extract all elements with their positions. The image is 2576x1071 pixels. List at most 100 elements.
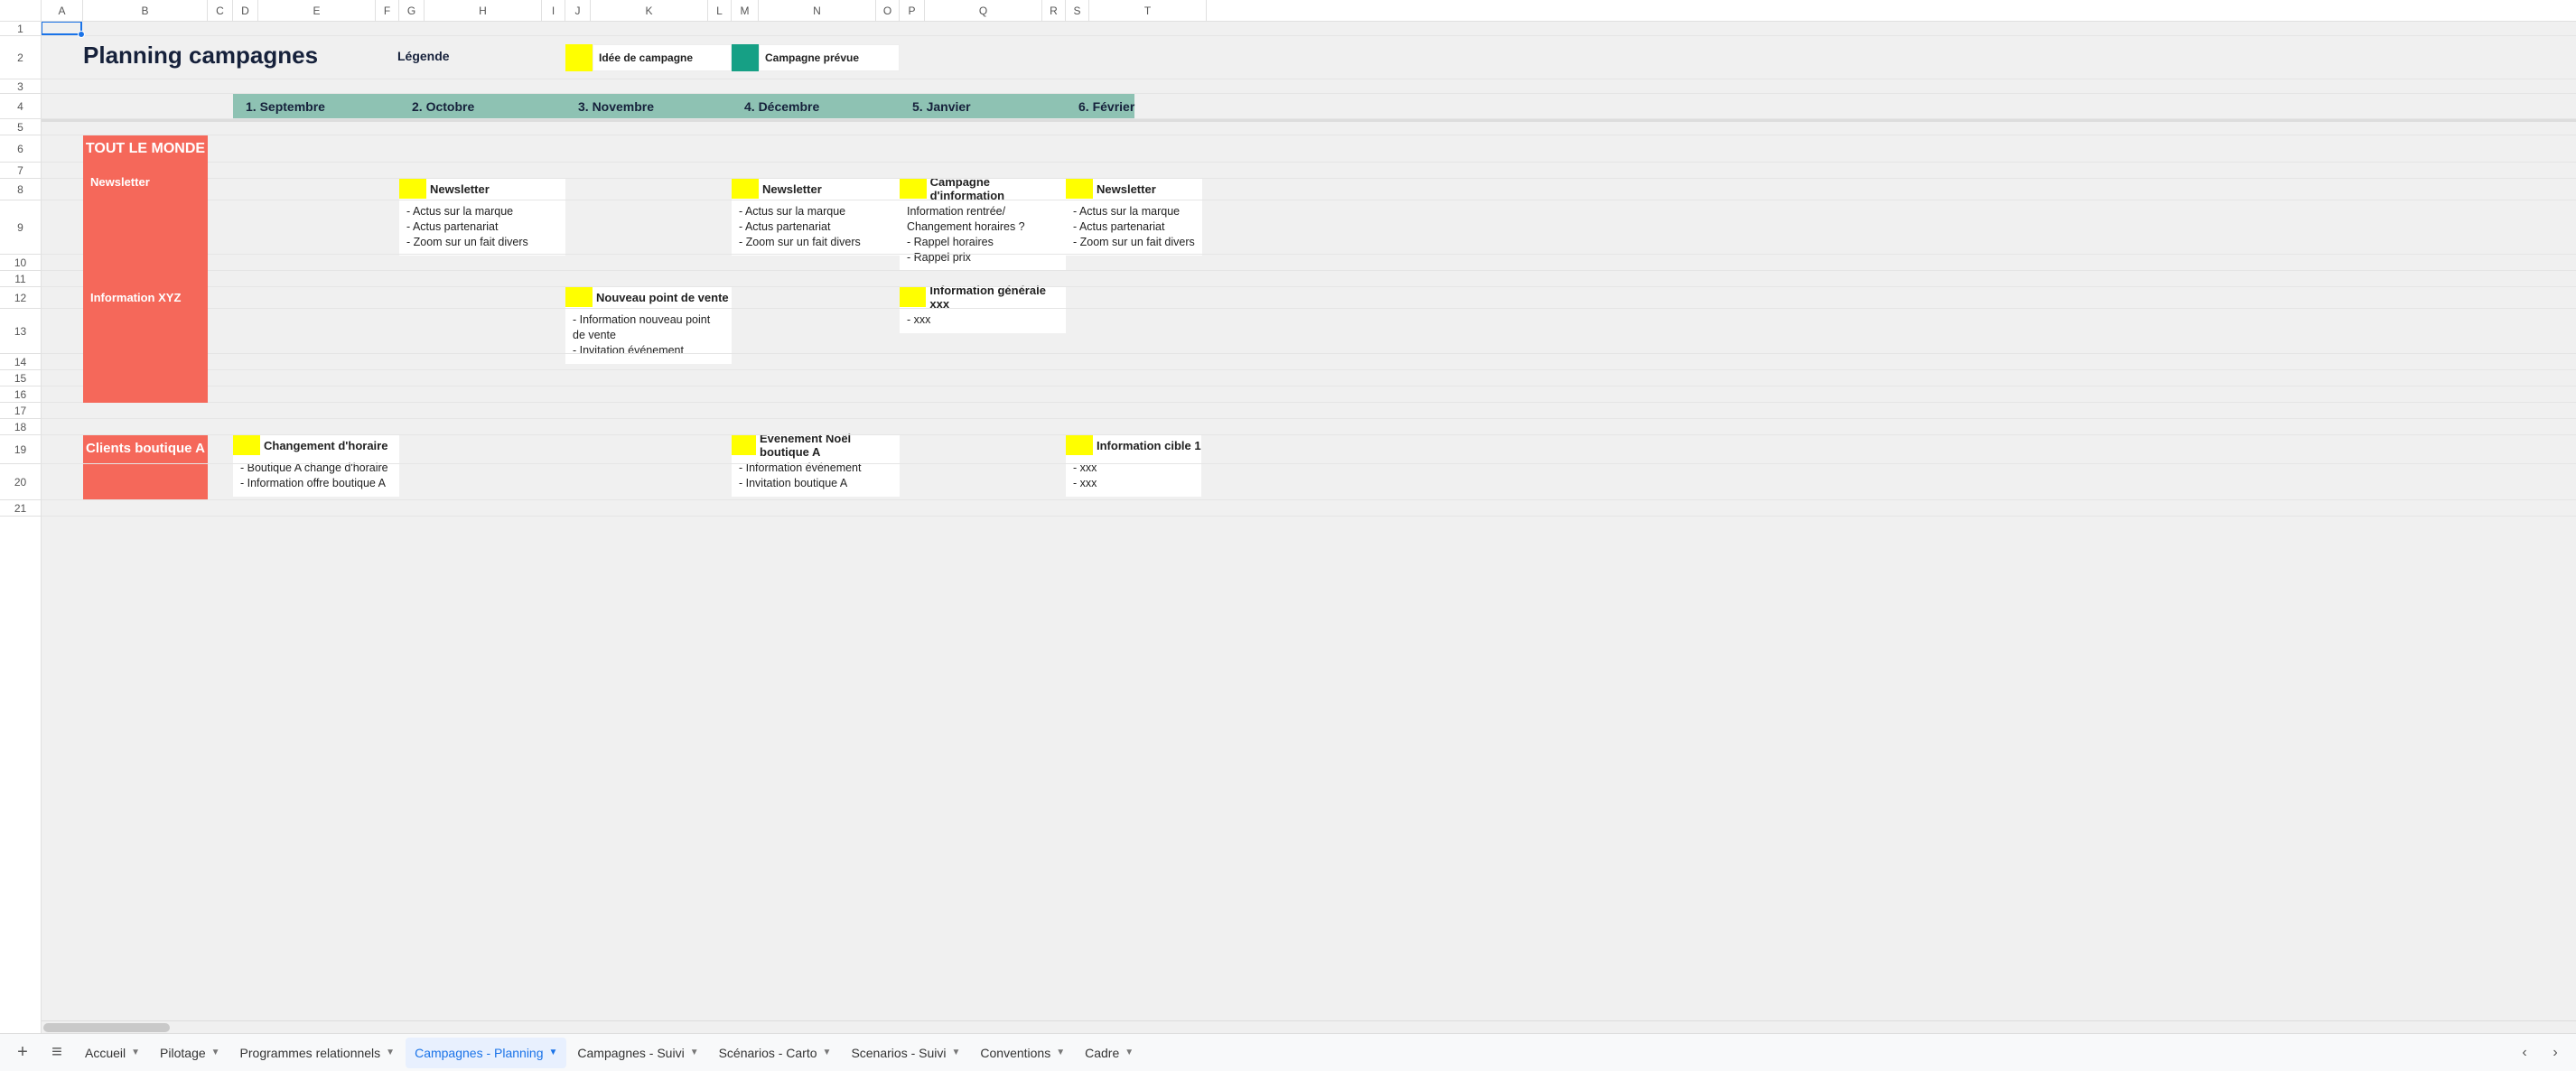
row-header[interactable]: 13 bbox=[0, 309, 41, 354]
row-header[interactable]: 8 bbox=[0, 179, 41, 200]
card-newsletter-oct[interactable]: Newsletter - Actus sur la marque - Actus… bbox=[399, 179, 565, 256]
tab-menu-caret[interactable]: ▼ bbox=[690, 1048, 699, 1057]
tab-menu-caret[interactable]: ▼ bbox=[549, 1048, 558, 1057]
row-header[interactable]: 4 bbox=[0, 94, 41, 119]
sheet-tab[interactable]: Programmes relationnels▼ bbox=[231, 1038, 405, 1068]
row-header[interactable]: 7 bbox=[0, 163, 41, 179]
row-header[interactable]: 12 bbox=[0, 287, 41, 309]
row-headers: 123456789101112131415161718192021 bbox=[0, 22, 42, 1033]
column-header[interactable]: C bbox=[208, 0, 233, 21]
sheet-tab[interactable]: Scenarios - Suivi▼ bbox=[842, 1038, 969, 1068]
column-header[interactable]: J bbox=[565, 0, 591, 21]
column-header[interactable]: F bbox=[376, 0, 399, 21]
segment-row-newsletter: Newsletter bbox=[83, 163, 208, 287]
row-header[interactable]: 18 bbox=[0, 419, 41, 435]
column-header[interactable]: H bbox=[425, 0, 542, 21]
legend-text-planned: Campagne prévue bbox=[759, 44, 900, 71]
segment-tout-le-monde: TOUT LE MONDE bbox=[83, 135, 208, 163]
row-header[interactable]: 9 bbox=[0, 200, 41, 255]
column-header[interactable]: P bbox=[900, 0, 925, 21]
column-header[interactable]: M bbox=[732, 0, 759, 21]
card-newsletter-dec[interactable]: Newsletter - Actus sur la marque - Actus… bbox=[732, 179, 900, 256]
column-header[interactable]: Q bbox=[925, 0, 1042, 21]
status-swatch-idea bbox=[732, 179, 759, 199]
month-header: 3. Novembre bbox=[565, 94, 732, 119]
card-newsletter-fev[interactable]: Newsletter - Actus sur la marque - Actus… bbox=[1066, 179, 1202, 256]
month-header: 6. Février bbox=[1066, 94, 1134, 119]
segment-row-info: Information XYZ bbox=[83, 287, 208, 403]
card-nouveau-point-vente[interactable]: Nouveau point de vente - Information nou… bbox=[565, 287, 732, 364]
scroll-tabs-right[interactable]: › bbox=[2542, 1039, 2569, 1066]
sheet-tab[interactable]: Cadre▼ bbox=[1076, 1038, 1143, 1068]
select-all-corner[interactable] bbox=[0, 0, 42, 21]
tab-menu-caret[interactable]: ▼ bbox=[386, 1048, 395, 1057]
row-header[interactable]: 11 bbox=[0, 271, 41, 287]
tab-menu-caret[interactable]: ▼ bbox=[951, 1048, 960, 1057]
card-information-cible1[interactable]: Information cible 1 - xxx - xxx bbox=[1066, 435, 1201, 497]
horizontal-scrollbar[interactable] bbox=[42, 1020, 2576, 1033]
cell-selection bbox=[42, 22, 82, 35]
row-header[interactable]: 6 bbox=[0, 135, 41, 163]
tab-menu-caret[interactable]: ▼ bbox=[823, 1048, 832, 1057]
column-header[interactable]: B bbox=[83, 0, 208, 21]
tab-menu-caret[interactable]: ▼ bbox=[1125, 1048, 1134, 1057]
column-header[interactable]: S bbox=[1066, 0, 1089, 21]
row-header[interactable]: 1 bbox=[0, 22, 41, 36]
column-header[interactable]: I bbox=[542, 0, 565, 21]
legend-swatch-planned bbox=[732, 44, 759, 71]
card-changement-horaire[interactable]: Changement d'horaire - Boutique A change… bbox=[233, 435, 399, 497]
column-header[interactable]: R bbox=[1042, 0, 1066, 21]
tab-menu-caret[interactable]: ▼ bbox=[131, 1048, 140, 1057]
row-header[interactable]: 3 bbox=[0, 79, 41, 94]
scroll-tabs-left[interactable]: ‹ bbox=[2511, 1039, 2538, 1066]
card-information-generale[interactable]: Information générale xxx - xxx bbox=[900, 287, 1066, 333]
tab-menu-caret[interactable]: ▼ bbox=[211, 1048, 220, 1057]
row-header[interactable]: 16 bbox=[0, 386, 41, 403]
scrollbar-thumb[interactable] bbox=[43, 1023, 170, 1032]
card-evenement-noel[interactable]: Evenement Noël boutique A - Information … bbox=[732, 435, 900, 497]
sheet-tab-bar: + ≡ Accueil▼Pilotage▼Programmes relation… bbox=[0, 1033, 2576, 1071]
column-header[interactable]: G bbox=[399, 0, 425, 21]
row-header[interactable]: 15 bbox=[0, 370, 41, 386]
tab-menu-caret[interactable]: ▼ bbox=[1056, 1048, 1065, 1057]
sheet-tab[interactable]: Campagnes - Planning▼ bbox=[406, 1038, 566, 1068]
row-header[interactable]: 21 bbox=[0, 500, 41, 517]
column-header[interactable]: E bbox=[258, 0, 376, 21]
column-header[interactable]: N bbox=[759, 0, 876, 21]
month-header: 5. Janvier bbox=[900, 94, 1066, 119]
row-header[interactable]: 14 bbox=[0, 354, 41, 370]
sheet-tab[interactable]: Pilotage▼ bbox=[151, 1038, 229, 1068]
sheet-tab[interactable]: Campagnes - Suivi▼ bbox=[568, 1038, 707, 1068]
status-swatch-idea bbox=[900, 179, 927, 199]
column-headers: ABCDEFGHIJKLMNOPQRST bbox=[0, 0, 2576, 22]
column-header[interactable]: K bbox=[591, 0, 708, 21]
month-header: 1. Septembre bbox=[233, 94, 399, 119]
column-header[interactable]: O bbox=[876, 0, 900, 21]
legend-text-idea: Idée de campagne bbox=[593, 44, 732, 71]
column-header[interactable]: A bbox=[42, 0, 83, 21]
row-header[interactable]: 19 bbox=[0, 435, 41, 464]
status-swatch-idea bbox=[1066, 435, 1093, 455]
sheet-tab[interactable]: Accueil▼ bbox=[76, 1038, 149, 1068]
sheet-tab[interactable]: Scénarios - Carto▼ bbox=[710, 1038, 841, 1068]
row-header[interactable]: 2 bbox=[0, 36, 41, 79]
add-sheet-button[interactable]: + bbox=[7, 1038, 38, 1068]
card-campagne-information[interactable]: Campagne d'information Information rentr… bbox=[900, 179, 1066, 271]
legend-label: Légende bbox=[397, 49, 450, 63]
row-header[interactable]: 17 bbox=[0, 403, 41, 419]
all-sheets-button[interactable]: ≡ bbox=[42, 1038, 72, 1068]
row-header[interactable]: 5 bbox=[0, 119, 41, 135]
status-swatch-idea bbox=[900, 287, 926, 307]
column-header[interactable]: T bbox=[1089, 0, 1207, 21]
row-header[interactable]: 20 bbox=[0, 464, 41, 500]
month-header: 4. Décembre bbox=[732, 94, 900, 119]
status-swatch-idea bbox=[233, 435, 260, 455]
grid-cells[interactable]: Planning campagnes Légende Idée de campa… bbox=[42, 22, 2576, 1033]
column-header[interactable]: L bbox=[708, 0, 732, 21]
status-swatch-idea bbox=[732, 435, 756, 455]
sheet-tab[interactable]: Conventions▼ bbox=[971, 1038, 1074, 1068]
row-header[interactable]: 10 bbox=[0, 255, 41, 271]
status-swatch-idea bbox=[1066, 179, 1093, 199]
legend-swatch-idea bbox=[565, 44, 593, 71]
column-header[interactable]: D bbox=[233, 0, 258, 21]
